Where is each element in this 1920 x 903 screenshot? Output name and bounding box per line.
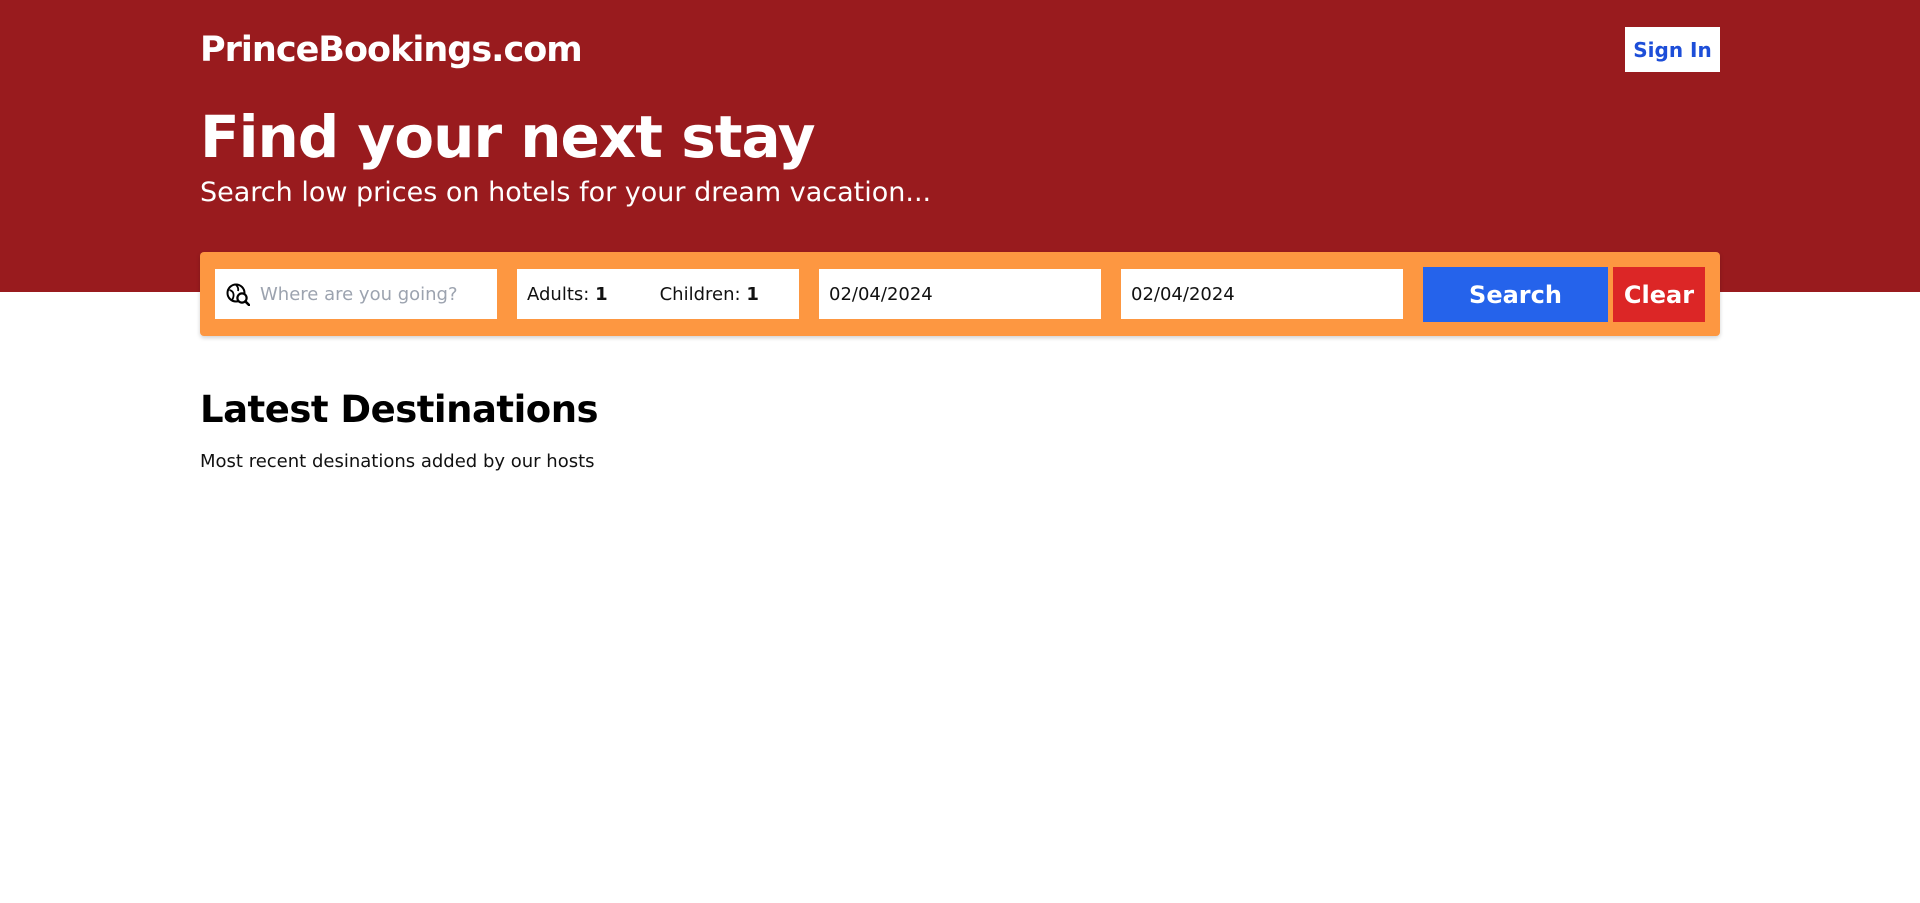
guests-field[interactable]: Adults: 1 Children: 1 bbox=[517, 269, 799, 319]
globe-search-icon bbox=[226, 282, 251, 307]
children-counter[interactable]: Children: 1 bbox=[660, 284, 759, 305]
hero-title: Find your next stay bbox=[200, 103, 816, 171]
clear-button[interactable]: Clear bbox=[1613, 267, 1705, 322]
check-out-date-input[interactable] bbox=[1131, 283, 1391, 305]
check-in-field[interactable] bbox=[819, 269, 1101, 319]
destination-input[interactable] bbox=[260, 283, 490, 305]
search-button[interactable]: Search bbox=[1423, 267, 1608, 322]
hero-subtitle: Search low prices on hotels for your dre… bbox=[200, 177, 932, 208]
sign-in-button[interactable]: Sign In bbox=[1625, 27, 1720, 72]
adults-value: 1 bbox=[595, 283, 608, 305]
site-logo[interactable]: PrinceBookings.com bbox=[200, 30, 583, 70]
adults-counter[interactable]: Adults: 1 bbox=[527, 284, 608, 305]
search-bar: Adults: 1 Children: 1 Search Clear bbox=[200, 252, 1720, 336]
hero-banner: PrinceBookings.com Sign In Find your nex… bbox=[0, 0, 1920, 292]
children-value: 1 bbox=[746, 283, 759, 305]
adults-label: Adults: bbox=[527, 283, 590, 305]
check-out-field[interactable] bbox=[1121, 269, 1403, 319]
latest-destinations-heading: Latest Destinations bbox=[200, 388, 599, 431]
destination-field[interactable] bbox=[215, 269, 497, 319]
check-in-date-input[interactable] bbox=[829, 283, 1089, 305]
latest-destinations-subtitle: Most recent desinations added by our hos… bbox=[200, 451, 595, 472]
children-label: Children: bbox=[659, 283, 741, 305]
